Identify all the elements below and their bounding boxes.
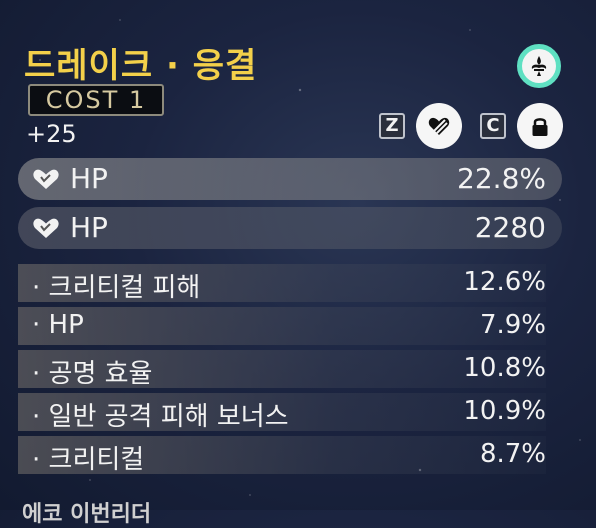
sub-stat-row: · 공명 효율 10.8% <box>18 350 546 389</box>
secondary-main-stat-name: HP <box>70 211 108 244</box>
sub-stat-value: 10.8% <box>463 353 546 383</box>
secondary-main-stat-row: HP 2280 <box>18 207 562 249</box>
echo-title: 드레이크 · 응결 <box>24 46 258 86</box>
sub-stat-value: 12.6% <box>463 267 546 297</box>
main-stat-row: HP 22.8% <box>18 158 562 200</box>
sub-stat-value: 8.7% <box>479 439 546 469</box>
lock-button[interactable] <box>517 103 563 149</box>
sonata-set-icon[interactable] <box>517 44 561 88</box>
sub-stat-name: · 일반 공격 피해 보너스 <box>32 402 289 432</box>
cost-badge: COST 1 <box>28 84 164 116</box>
main-stat-value: 22.8% <box>457 162 546 195</box>
footer-section-heading: 에코 이번리더 <box>22 502 152 527</box>
sub-stat-value: 10.9% <box>463 396 546 426</box>
sub-stat-row: · 크리티컬 피해 12.6% <box>18 264 546 303</box>
hp-heart-icon <box>33 218 59 238</box>
sub-stat-name: · HP <box>32 310 84 340</box>
sub-stat-row: · 일반 공격 피해 보너스 10.9% <box>18 393 546 432</box>
sub-stat-name: · 크리티컬 <box>32 445 145 475</box>
sub-stat-row: · 크리티컬 8.7% <box>18 436 546 475</box>
fleur-icon <box>531 56 547 76</box>
cost-label: COST 1 <box>45 86 147 114</box>
sub-stat-row: · HP 7.9% <box>18 307 546 345</box>
discard-hotkey: Z <box>379 113 405 139</box>
discard-button[interactable] <box>416 103 462 149</box>
sub-stat-name: · 크리티컬 피해 <box>32 273 201 303</box>
lock-hotkey: C <box>480 113 506 139</box>
discard-heart-icon <box>428 117 450 135</box>
main-stat-name: HP <box>70 162 108 195</box>
lock-icon <box>532 118 548 136</box>
set-icon-inner <box>522 49 556 83</box>
echo-level: +25 <box>26 120 77 148</box>
hp-heart-icon <box>33 169 59 189</box>
sub-stat-value: 7.9% <box>479 310 546 340</box>
secondary-main-stat-value: 2280 <box>474 211 546 244</box>
sub-stat-name: · 공명 효율 <box>32 359 153 389</box>
